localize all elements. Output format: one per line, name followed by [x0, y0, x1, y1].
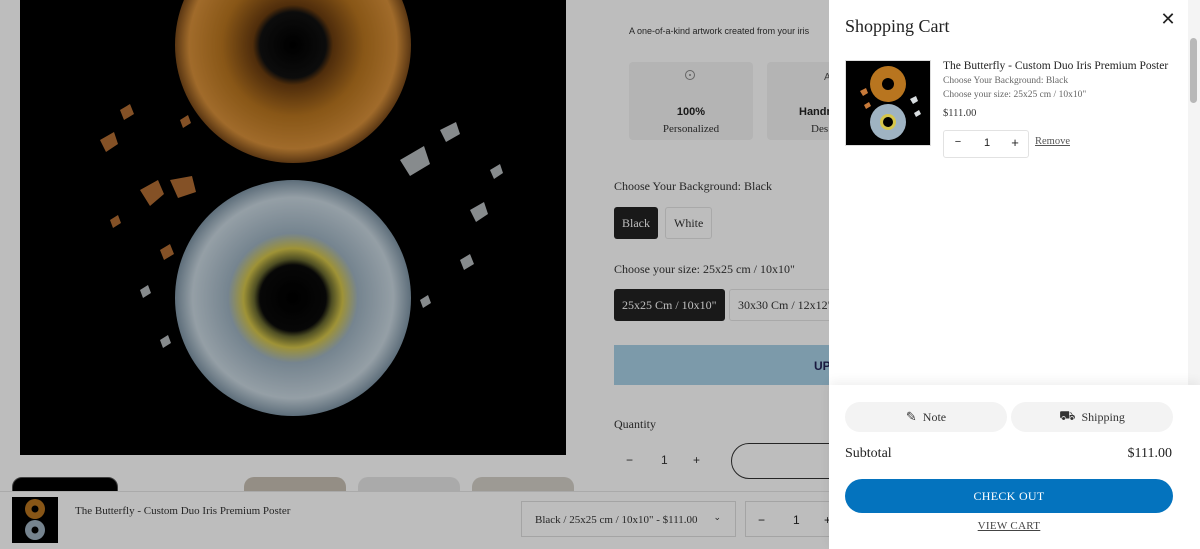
close-icon[interactable]: ✕ — [1156, 8, 1180, 32]
cart-item-title[interactable]: The Butterfly - Custom Duo Iris Premium … — [943, 60, 1168, 72]
cart-item-thumbnail[interactable] — [845, 60, 931, 146]
subtotal-value: $111.00 — [1127, 446, 1172, 461]
drawer-scrollbar[interactable] — [1188, 0, 1200, 385]
cart-quantity-increase-button[interactable]: + — [1009, 135, 1021, 150]
cart-drawer: Shopping Cart ✕ The Butterfly - Custom D… — [829, 0, 1200, 549]
cart-item-size-option: Choose your size: 25x25 cm / 10x10" — [943, 90, 1087, 100]
shipping-button[interactable]: ⛟ Shipping — [1011, 402, 1173, 432]
shipping-label: Shipping — [1081, 409, 1125, 424]
cart-quantity-decrease-button[interactable]: − — [952, 136, 964, 148]
pencil-icon: ✎ — [905, 409, 917, 425]
cart-line-item: The Butterfly - Custom Duo Iris Premium … — [845, 60, 1179, 160]
remove-item-link[interactable]: Remove — [1035, 136, 1070, 147]
cart-item-background-option: Choose Your Background: Black — [943, 76, 1069, 86]
cart-footer: ✎ Note ⛟ Shipping Subtotal $111.00 CHECK… — [829, 385, 1200, 549]
cart-item-quantity-stepper: − 1 + — [943, 130, 1029, 158]
note-label: Note — [922, 409, 947, 424]
scrollbar-thumb[interactable] — [1190, 38, 1197, 103]
cart-title: Shopping Cart — [845, 16, 950, 36]
view-cart-link[interactable]: VIEW CART — [829, 520, 1189, 532]
cart-quantity-value[interactable]: 1 — [981, 137, 993, 149]
subtotal-label: Subtotal — [845, 446, 892, 461]
drawer-backdrop-overlay[interactable] — [0, 0, 829, 549]
note-button[interactable]: ✎ Note — [845, 402, 1007, 432]
truck-icon: ⛟ — [1059, 408, 1076, 424]
cart-item-price: $111.00 — [943, 108, 977, 119]
checkout-button[interactable]: CHECK OUT — [845, 479, 1173, 513]
